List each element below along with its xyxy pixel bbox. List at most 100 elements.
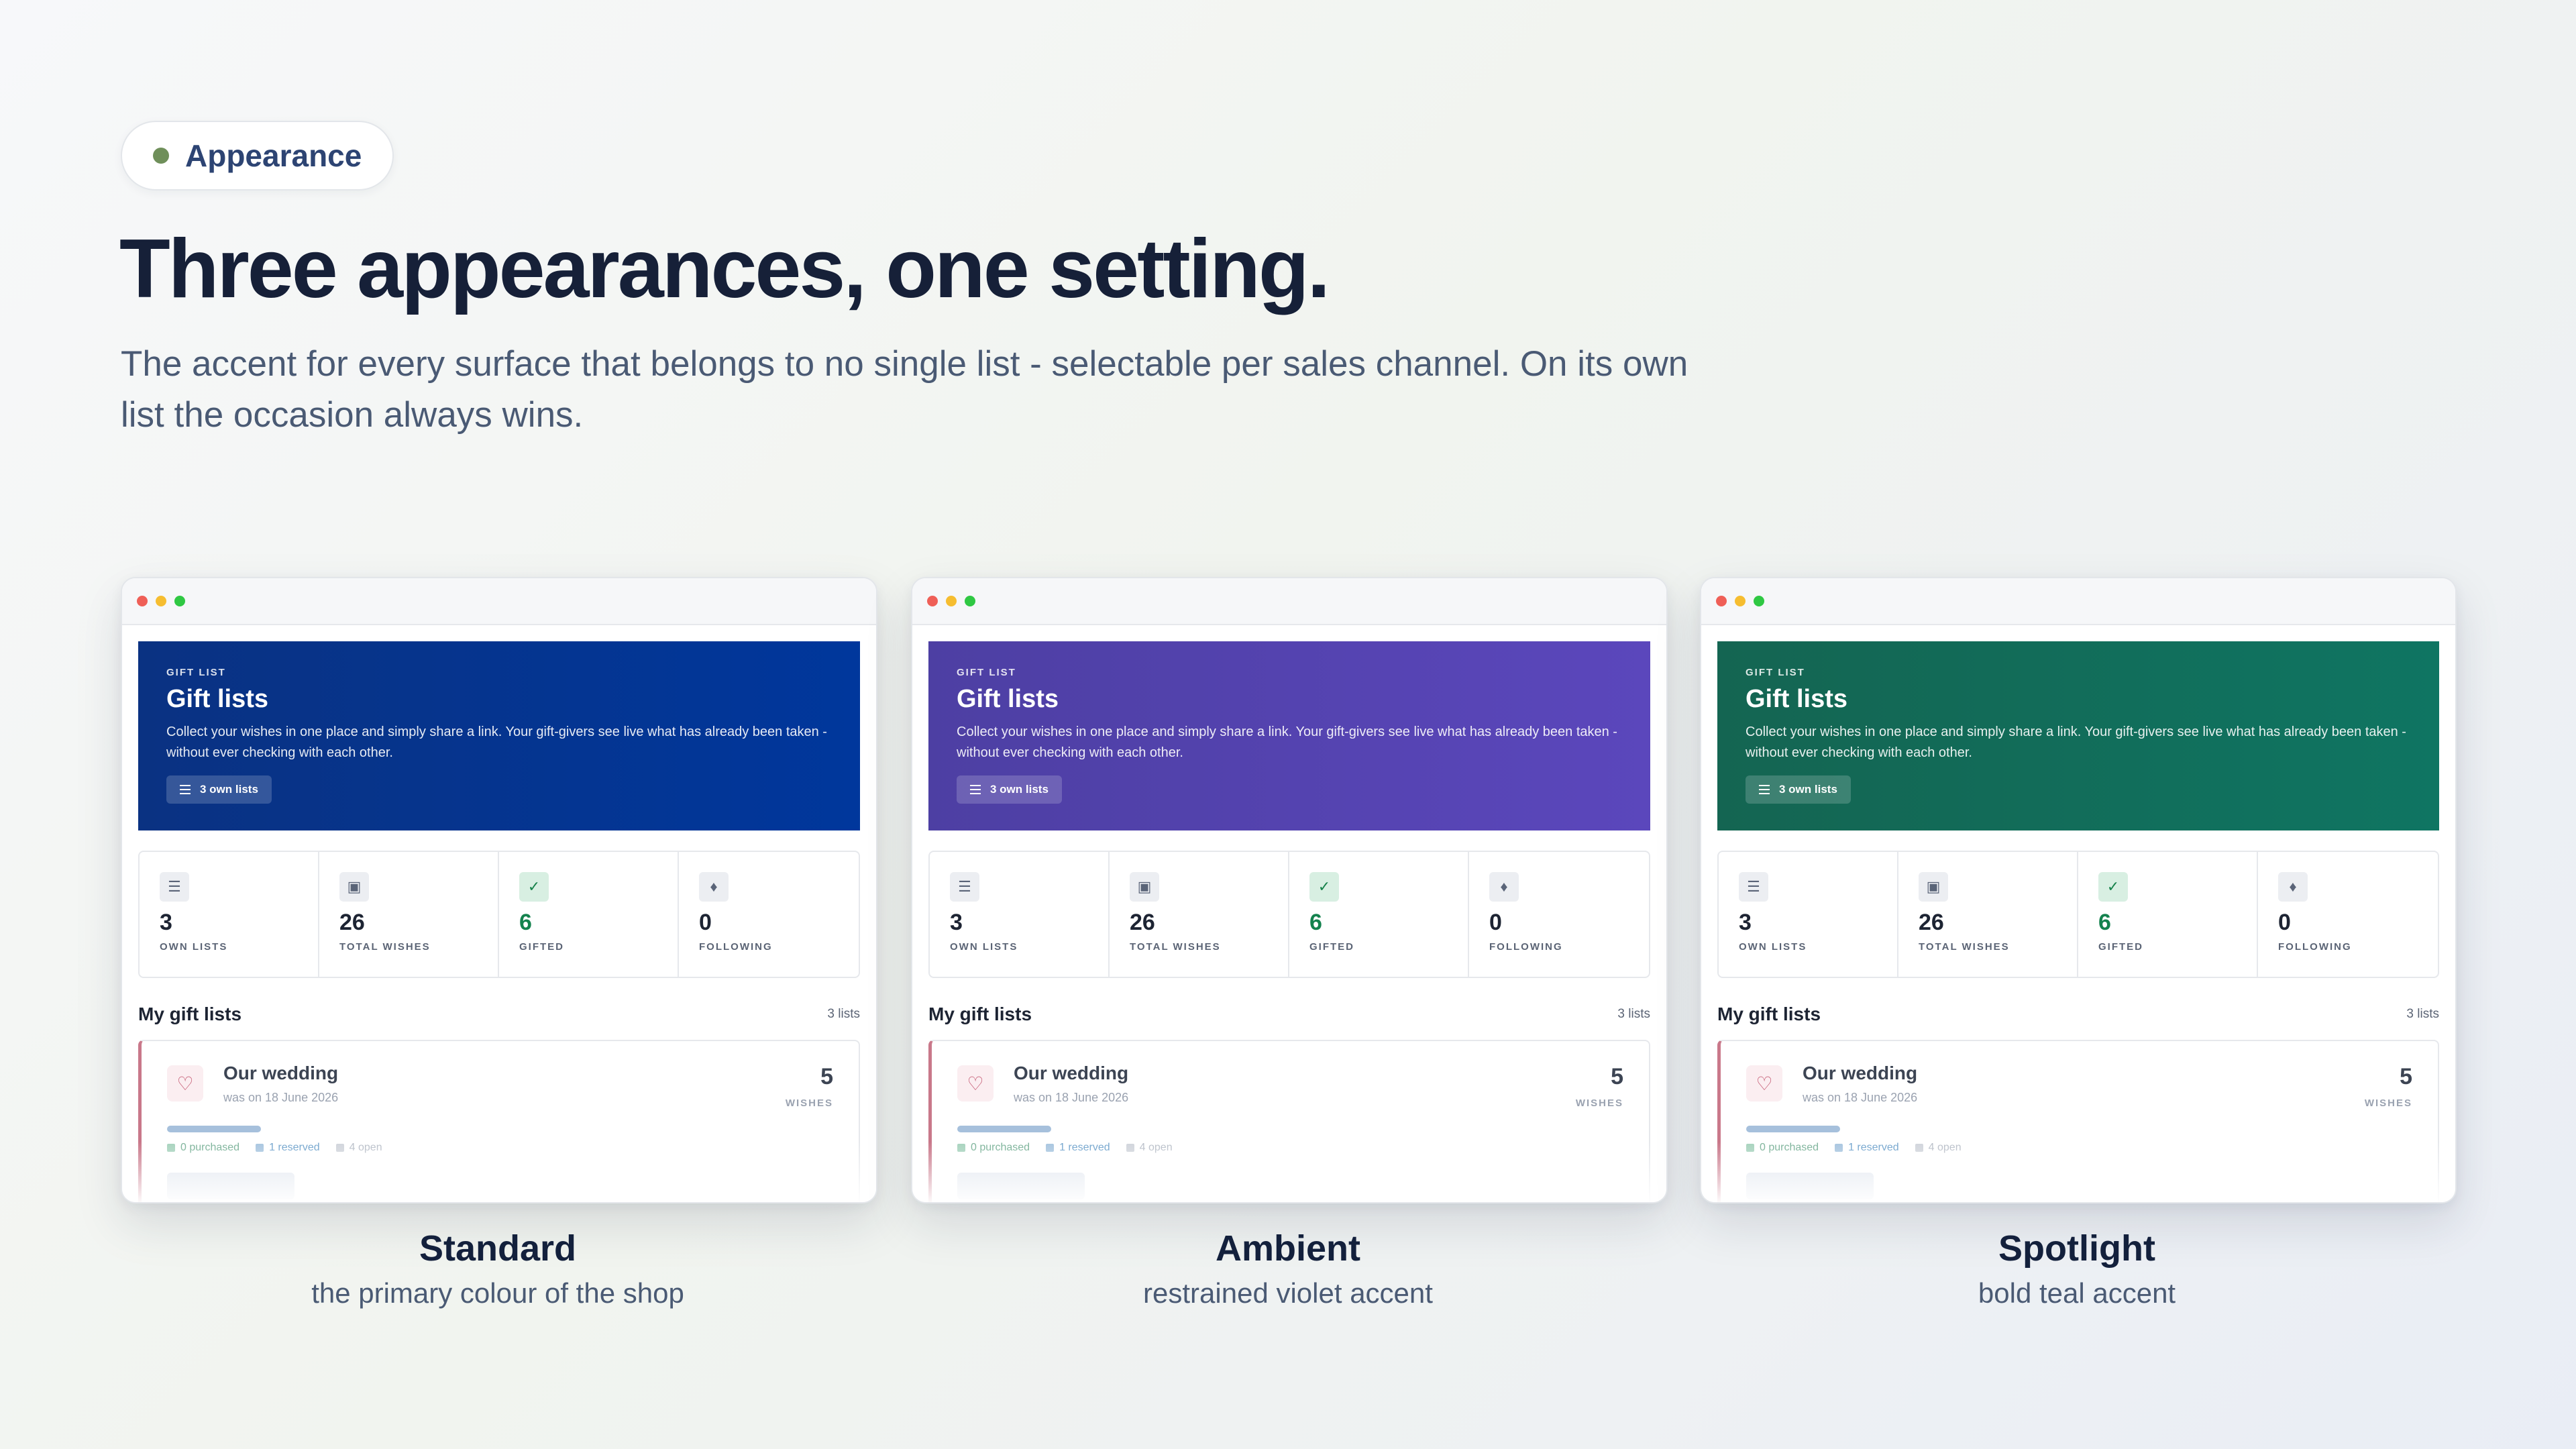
legend-reserved: 1 reserved [256, 1142, 320, 1154]
list-name: Our wedding [1014, 1063, 1129, 1083]
list-action-button[interactable] [957, 1173, 1085, 1199]
stat-label: FOLLOWING [1489, 941, 1563, 953]
wish-unit: WISHES [785, 1097, 833, 1109]
stat-label: TOTAL WISHES [1130, 941, 1221, 953]
list-icon [180, 785, 191, 794]
list-count: 3 lists [1617, 1007, 1650, 1021]
stat-value: 0 [1489, 910, 1502, 935]
progress-bar [957, 1126, 1051, 1132]
list-item[interactable]: ♡ Our wedding was on 18 June 2026 5 WISH… [928, 1040, 1650, 1202]
variant-caption: Standard the primary colour of the shop [121, 1228, 875, 1309]
chip-label: 3 own lists [200, 783, 258, 796]
variant-description: bold teal accent [1978, 1277, 2176, 1309]
progress-legend: 0 purchased 1 reserved 4 open [957, 1142, 1173, 1154]
list-count: 3 lists [827, 1007, 860, 1021]
hero-banner: GIFT LIST Gift lists Collect your wishes… [138, 641, 860, 830]
own-lists-chip[interactable]: 3 own lists [1746, 775, 1851, 804]
check-icon: ✓ [519, 872, 549, 902]
stat-gifted: ✓ 6 GIFTED [499, 852, 679, 977]
variant-name: Spotlight [1998, 1228, 2155, 1269]
heart-icon: ♡ [167, 1065, 203, 1102]
hero-banner: GIFT LIST Gift lists Collect your wishes… [1717, 641, 2439, 830]
stat-label: GIFTED [2098, 941, 2143, 953]
own-lists-chip[interactable]: 3 own lists [166, 775, 272, 804]
wish-unit: WISHES [2364, 1097, 2412, 1109]
window-titlebar [1701, 578, 2455, 625]
stat-label: OWN LISTS [160, 941, 228, 953]
variant-name: Standard [419, 1228, 577, 1269]
minimize-dot-icon [1735, 596, 1746, 606]
maximize-dot-icon [965, 596, 975, 606]
maximize-dot-icon [1754, 596, 1764, 606]
stats-row: ☰ 3 OWN LISTS ▣ 26 TOTAL WISHES ✓ 6 GIFT… [1717, 851, 2439, 978]
hero-description: Collect your wishes in one place and sim… [957, 724, 1617, 760]
stat-value: 6 [1309, 910, 1322, 935]
hero-description: Collect your wishes in one place and sim… [1746, 724, 2406, 760]
list-item[interactable]: ♡ Our wedding was on 18 June 2026 5 WISH… [138, 1040, 860, 1202]
stat-total-wishes: ▣ 26 TOTAL WISHES [1110, 852, 1289, 977]
preview-window: GIFT LIST Gift lists Collect your wishes… [911, 577, 1668, 1203]
stat-label: FOLLOWING [2278, 941, 2352, 953]
stat-value: 6 [519, 910, 532, 935]
stat-own-lists: ☰ 3 OWN LISTS [1719, 852, 1898, 977]
wish-count: 5 [820, 1064, 833, 1089]
list-action-button[interactable] [1746, 1173, 1874, 1199]
stat-following: ♦ 0 FOLLOWING [679, 852, 859, 977]
list-icon: ☰ [1739, 872, 1768, 902]
gift-icon: ▣ [339, 872, 369, 902]
wish-count: 5 [1611, 1064, 1623, 1089]
list-item[interactable]: ♡ Our wedding was on 18 June 2026 5 WISH… [1717, 1040, 2439, 1202]
variant-card-spotlight[interactable]: GIFT LIST Gift lists Collect your wishes… [1700, 577, 2457, 1309]
gift-lists-header: My gift lists 3 lists [138, 1004, 860, 1025]
stat-label: GIFTED [519, 941, 564, 953]
stat-label: GIFTED [1309, 941, 1354, 953]
bell-icon: ♦ [2278, 872, 2308, 902]
gift-lists-header: My gift lists 3 lists [928, 1004, 1650, 1025]
gift-lists-header: My gift lists 3 lists [1717, 1004, 2439, 1025]
appearance-badge: Appearance [121, 121, 394, 191]
stats-row: ☰ 3 OWN LISTS ▣ 26 TOTAL WISHES ✓ 6 GIFT… [928, 851, 1650, 978]
stat-label: TOTAL WISHES [1919, 941, 2010, 953]
minimize-dot-icon [156, 596, 166, 606]
hero-title: Gift lists [166, 685, 269, 713]
variant-card-ambient[interactable]: GIFT LIST Gift lists Collect your wishes… [911, 577, 1668, 1309]
stat-own-lists: ☰ 3 OWN LISTS [930, 852, 1110, 977]
page-subtitle: The accent for every surface that belong… [121, 344, 1688, 435]
legend-purchased: 0 purchased [167, 1142, 239, 1154]
check-icon: ✓ [1309, 872, 1339, 902]
stat-gifted: ✓ 6 GIFTED [1289, 852, 1469, 977]
close-dot-icon [137, 596, 148, 606]
stat-total-wishes: ▣ 26 TOTAL WISHES [1898, 852, 2078, 977]
variant-name: Ambient [1216, 1228, 1360, 1269]
list-icon: ☰ [950, 872, 979, 902]
stat-value: 3 [160, 910, 172, 935]
stat-value: 26 [1130, 910, 1155, 935]
hero-title: Gift lists [957, 685, 1059, 713]
hero-description: Collect your wishes in one place and sim… [166, 724, 827, 760]
legend-open: 4 open [1126, 1142, 1173, 1154]
variant-description: restrained violet accent [1143, 1277, 1433, 1309]
own-lists-chip[interactable]: 3 own lists [957, 775, 1062, 804]
page-title: Three appearances, one setting. [119, 223, 1330, 315]
wish-count: 5 [2400, 1064, 2412, 1089]
window-titlebar [122, 578, 876, 625]
stat-label: OWN LISTS [950, 941, 1018, 953]
list-icon: ☰ [160, 872, 189, 902]
variant-card-standard[interactable]: GIFT LIST Gift lists Collect your wishes… [121, 577, 877, 1309]
list-icon [970, 785, 981, 794]
preview-window: GIFT LIST Gift lists Collect your wishes… [1700, 577, 2457, 1203]
legend-purchased: 0 purchased [1746, 1142, 1819, 1154]
stat-following: ♦ 0 FOLLOWING [2258, 852, 2438, 977]
legend-open: 4 open [335, 1142, 382, 1154]
stat-following: ♦ 0 FOLLOWING [1469, 852, 1649, 977]
hero-eyebrow: GIFT LIST [166, 667, 226, 678]
section-title: My gift lists [1717, 1004, 1821, 1024]
stat-value: 3 [950, 910, 963, 935]
stat-value: 26 [339, 910, 365, 935]
legend-purchased: 0 purchased [957, 1142, 1030, 1154]
list-action-button[interactable] [167, 1173, 294, 1199]
close-dot-icon [927, 596, 938, 606]
legend-reserved: 1 reserved [1835, 1142, 1899, 1154]
chip-label: 3 own lists [1779, 783, 1837, 796]
stat-label: OWN LISTS [1739, 941, 1807, 953]
